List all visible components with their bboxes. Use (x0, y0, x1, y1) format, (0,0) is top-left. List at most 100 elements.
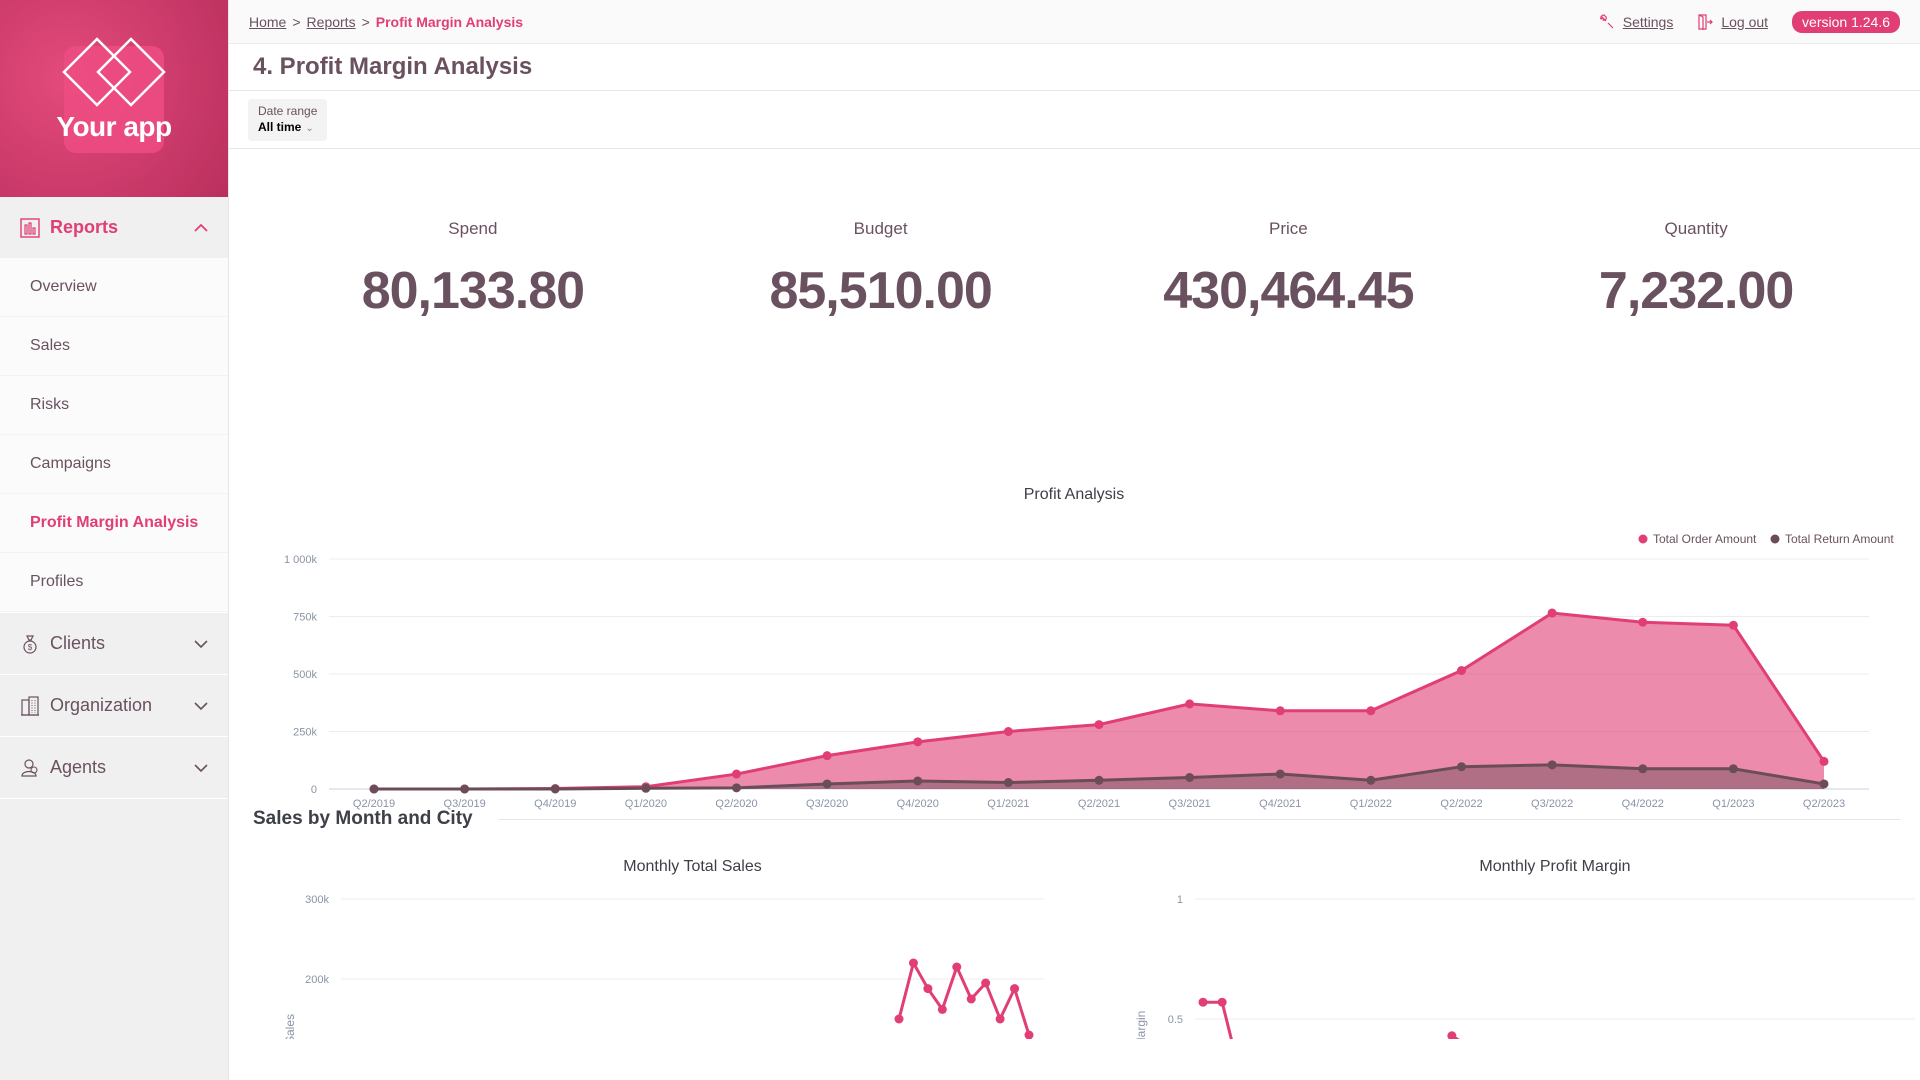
kpi-budget: Budget 85,510.00 (677, 219, 1085, 429)
data-point (1094, 775, 1104, 785)
y-axis-label: Sales (283, 1014, 297, 1039)
chevron-down-icon: ⌄ (305, 122, 314, 134)
sidebar: Your app Reports Overview Sales Risks Ca… (0, 0, 229, 1080)
sidebar-group-agents[interactable]: Agents (0, 737, 228, 798)
data-point (822, 779, 832, 789)
monthly-total-sales-svg: Monthly Total Sales 200k 300k Sales (283, 858, 1044, 1044)
kpi-value: 85,510.00 (769, 262, 992, 320)
data-point (1819, 756, 1829, 766)
legend-label: Total Order Amount (1653, 532, 1757, 546)
data-point (1003, 727, 1013, 736)
kpi-spend: Spend 80,133.80 (269, 219, 677, 429)
x-tick-label: Q2/2019 (353, 798, 395, 810)
data-point (894, 1014, 904, 1024)
x-tick-label: Q1/2021 (987, 798, 1029, 810)
y-tick-label: 1 000k (284, 554, 318, 566)
logout-link[interactable]: Log out (1697, 14, 1768, 30)
x-tick-label: Q3/2021 (1169, 798, 1211, 810)
monthly-profit-margin-chart: Monthly Profit Margin 0.5 1 Margin (1075, 839, 1920, 1080)
y-tick-label: 300k (305, 894, 329, 906)
data-point (1819, 779, 1829, 789)
legend-label: Total Return Amount (1785, 532, 1894, 546)
profit-analysis-svg: Profit Analysis Total Order Amount Total R… (284, 486, 1894, 838)
data-point (460, 784, 470, 794)
data-point (1275, 706, 1285, 716)
sidebar-item-sales[interactable]: Sales (0, 317, 228, 376)
sidebar-item-profiles[interactable]: Profiles (0, 553, 228, 612)
data-point (952, 962, 962, 972)
series-area-0 (374, 613, 1824, 789)
chevron-down-icon[interactable] (194, 699, 208, 713)
data-point (966, 994, 976, 1004)
sidebar-item-campaigns[interactable]: Campaigns (0, 435, 228, 494)
x-tick-label: Q3/2019 (444, 798, 486, 810)
sidebar-item-profit-margin-analysis[interactable]: Profit Margin Analysis (0, 494, 228, 553)
kpi-quantity: Quantity 7,232.00 (1492, 219, 1900, 429)
nav-group-agents: Agents (0, 737, 228, 799)
x-tick-label: Q1/2023 (1712, 798, 1754, 810)
data-point (1366, 775, 1376, 785)
money-bag-icon: $ (20, 634, 40, 654)
data-point (1728, 620, 1738, 630)
data-point (1638, 617, 1648, 627)
brand-header[interactable]: Your app (0, 0, 228, 197)
date-range-filter[interactable]: Date range All time ⌄ (248, 98, 328, 141)
sidebar-item-overview[interactable]: Overview (0, 258, 228, 317)
breadcrumb-home[interactable]: Home (249, 14, 286, 30)
svg-text:$: $ (28, 643, 33, 652)
breadcrumb-separator: > (361, 13, 370, 30)
data-point (1024, 1030, 1034, 1040)
x-tick-label: Q4/2022 (1622, 798, 1664, 810)
sidebar-group-label: Agents (50, 757, 107, 777)
data-point (1185, 773, 1195, 782)
kpi-value: 430,464.45 (1163, 262, 1414, 320)
x-tick-label: Q2/2020 (715, 798, 757, 810)
sidebar-group-clients[interactable]: $ Clients (0, 613, 228, 674)
series-line (1202, 1000, 1606, 1080)
app-name: Your app (56, 110, 172, 142)
x-tick-label: Q1/2022 (1350, 798, 1392, 810)
profit-analysis-chart: Profit Analysis Total Order Amount Total R… (229, 429, 1920, 838)
settings-label: Settings (1622, 13, 1674, 30)
nav-group-organization: Organization (0, 675, 228, 737)
reports-submenu: Overview Sales Risks Campaigns Profit Ma… (0, 258, 228, 612)
sidebar-group-reports[interactable]: Reports (0, 197, 228, 258)
data-point (732, 783, 741, 793)
y-tick-label: 500k (293, 669, 317, 681)
data-point (1547, 608, 1557, 618)
kpi-label: Quantity (1664, 219, 1728, 238)
data-point (937, 1004, 947, 1014)
data-point (1275, 769, 1285, 779)
bar-chart-icon (20, 217, 40, 238)
data-point (641, 783, 651, 793)
x-tick-label: Q4/2019 (534, 798, 576, 810)
page-title: 4. Profit Margin Analysis (229, 44, 1920, 91)
y-tick-label: 750k (293, 612, 317, 624)
data-point (1366, 706, 1376, 716)
x-tick-label: Q2/2022 (1440, 798, 1482, 810)
data-point (369, 784, 379, 794)
sidebar-group-organization[interactable]: Organization (0, 675, 228, 736)
data-point (913, 776, 923, 786)
series-line (897, 959, 1031, 1036)
chevron-down-icon[interactable] (194, 761, 208, 775)
kpi-price: Price 430,464.45 (1085, 219, 1493, 429)
app-root: Your app Reports Overview Sales Risks Ca… (0, 0, 1920, 1080)
double-diamond-logo-icon (62, 36, 166, 107)
y-axis-label: Margin (1134, 1011, 1148, 1039)
kpi-label: Budget (853, 219, 908, 238)
sidebar-item-risks[interactable]: Risks (0, 376, 228, 435)
chevron-down-icon[interactable] (194, 637, 208, 651)
data-point (1010, 984, 1020, 994)
chevron-up-icon[interactable] (194, 221, 208, 235)
chart-title: Profit Analysis (1024, 486, 1124, 503)
data-point (732, 769, 741, 779)
settings-link[interactable]: Settings (1599, 13, 1674, 30)
y-tick-label: 250k (293, 727, 317, 739)
y-tick-label: 0 (311, 784, 317, 796)
breadcrumb-reports[interactable]: Reports (307, 14, 356, 30)
chart-title: Monthly Total Sales (623, 858, 761, 875)
kpi-label: Price (1269, 219, 1308, 238)
breadcrumb-separator: > (292, 13, 301, 30)
x-tick-label: Q3/2020 (806, 798, 848, 810)
